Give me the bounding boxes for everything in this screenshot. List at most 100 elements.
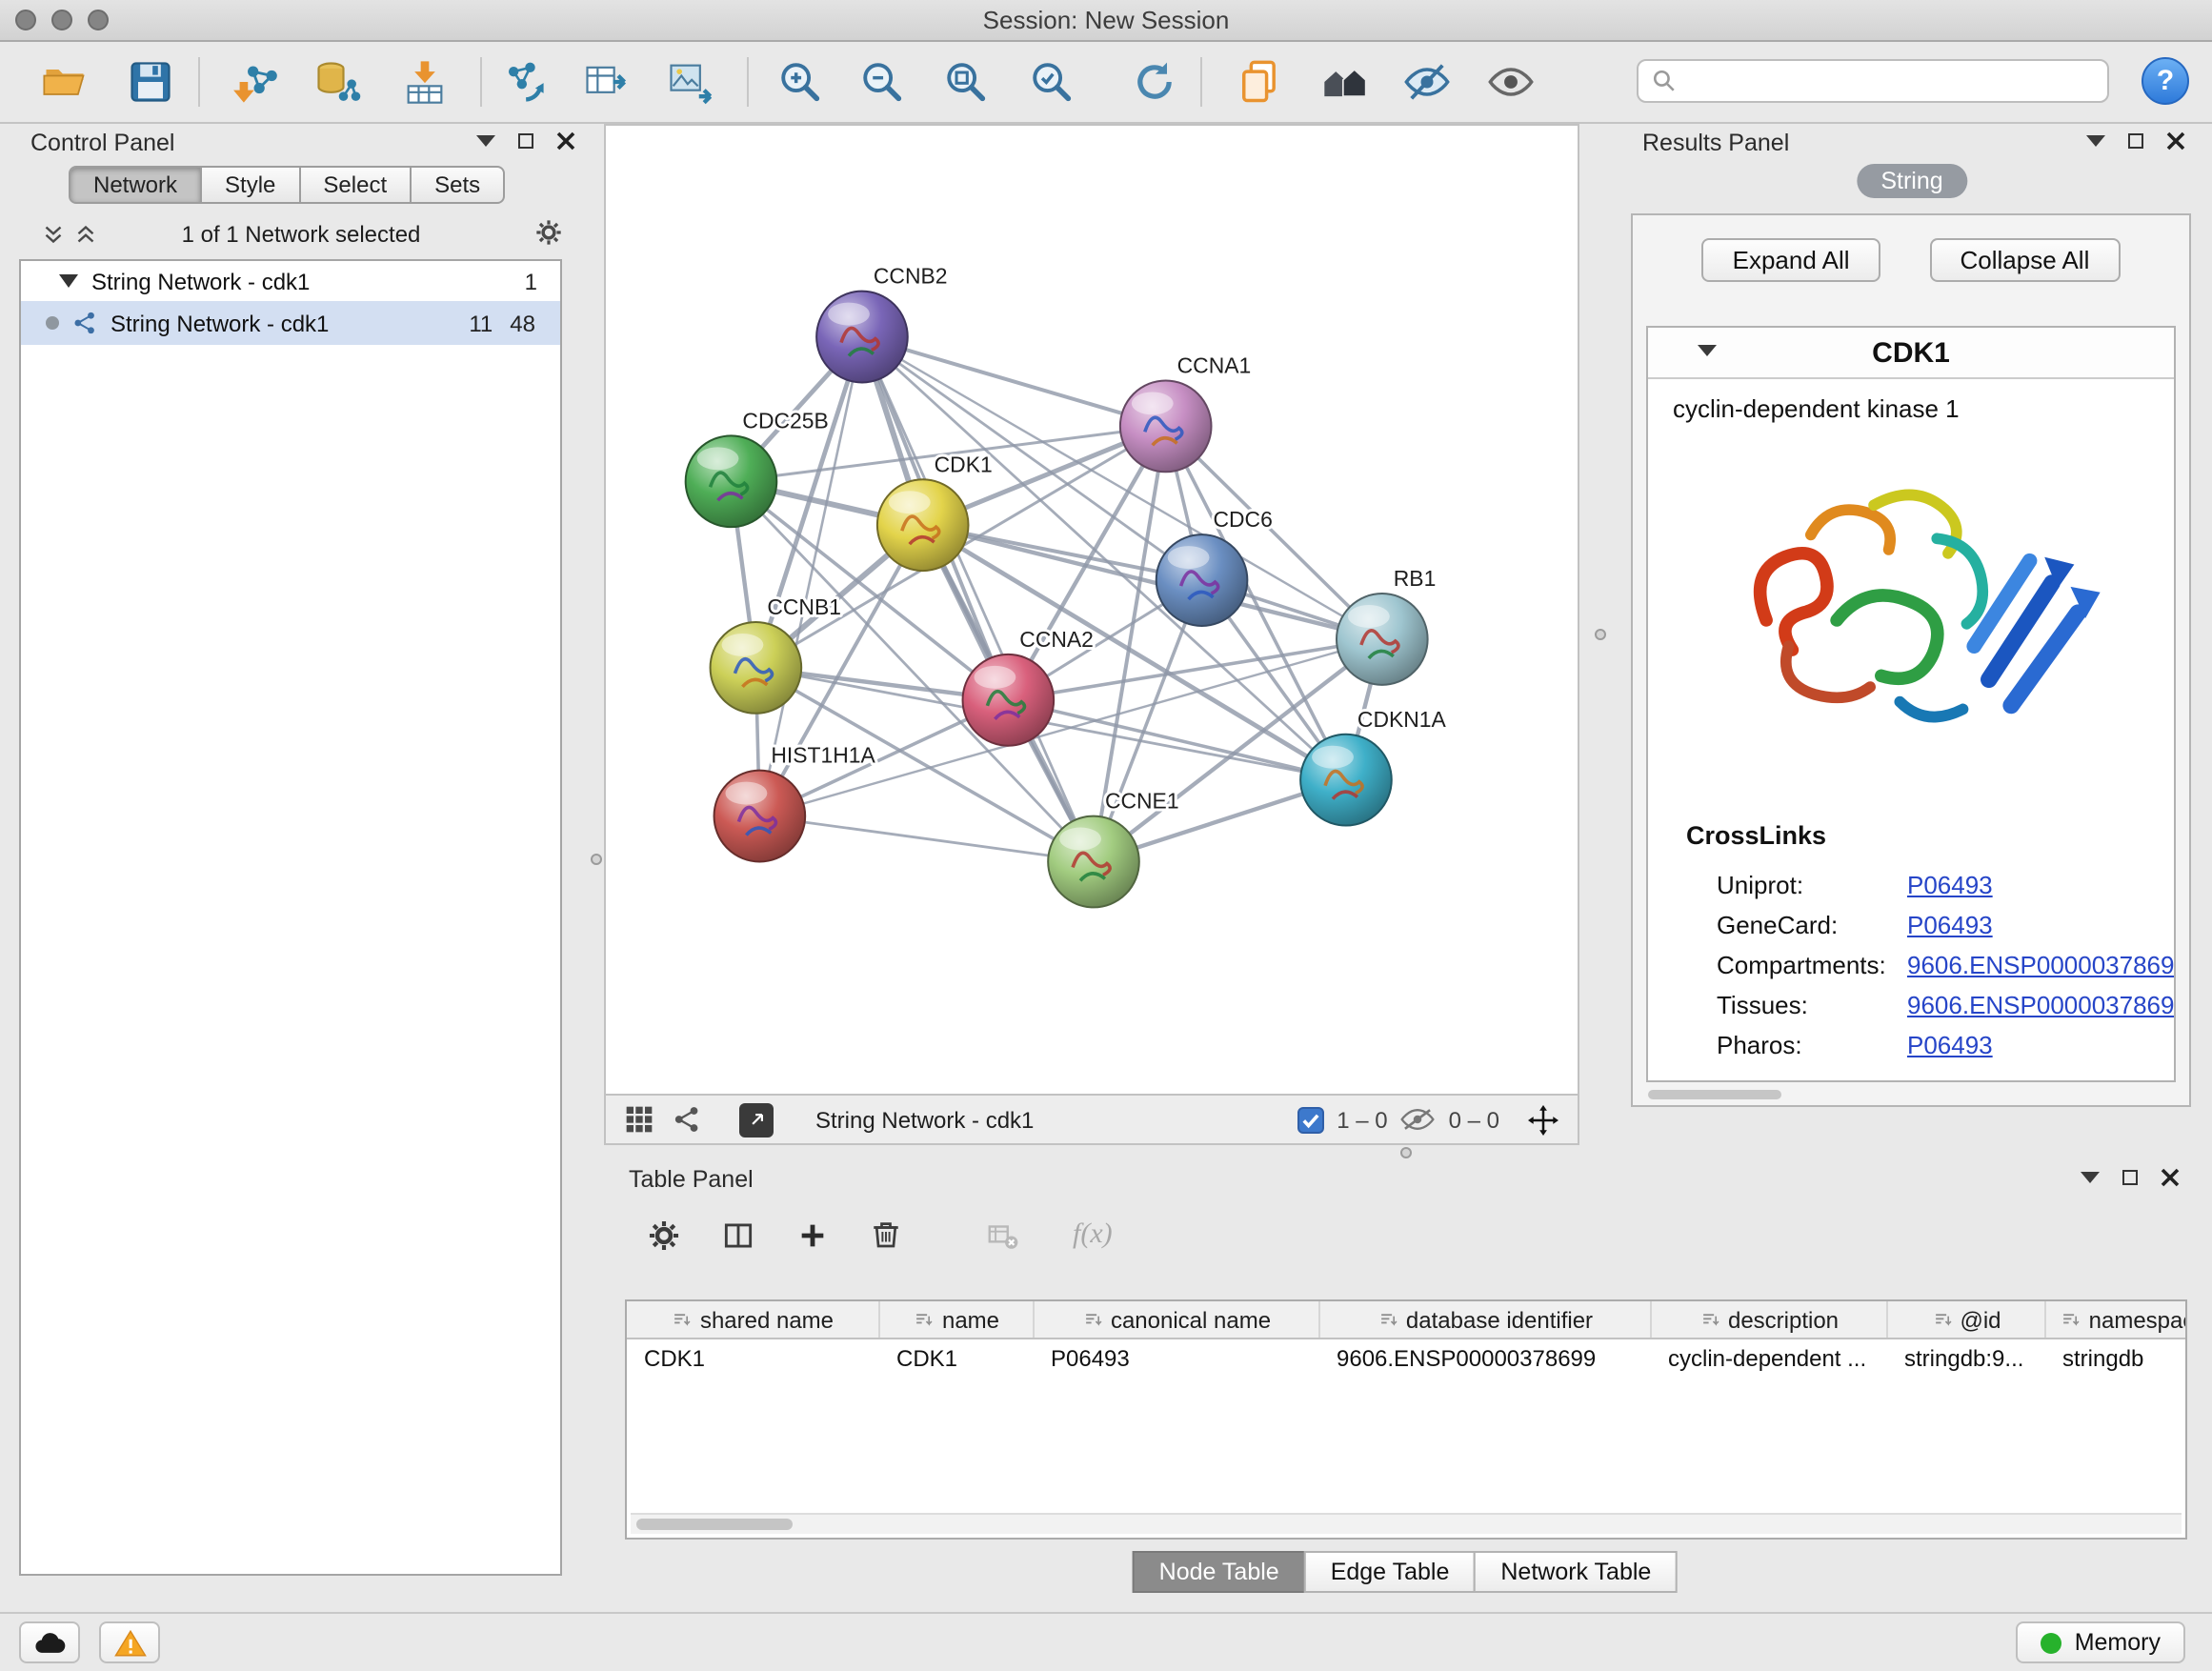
column-header-shared-name[interactable]: shared name	[627, 1301, 879, 1339]
import-table-from-file-button[interactable]	[394, 53, 455, 111]
show-all-button[interactable]	[1480, 53, 1541, 111]
selected-checkbox-icon[interactable]	[1297, 1106, 1323, 1133]
tab-network-table[interactable]: Network Table	[1474, 1551, 1678, 1593]
close-panel-icon[interactable]	[2166, 131, 2185, 151]
search-box[interactable]	[1637, 59, 2109, 103]
birdseye-view-icon[interactable]	[625, 1105, 654, 1134]
table-cell[interactable]: CDK1	[627, 1339, 879, 1376]
table-cell[interactable]: stringdb:9...	[1887, 1339, 2045, 1376]
tree-expand-icon[interactable]	[59, 274, 78, 288]
column-header-database-identifier[interactable]: database identifier	[1319, 1301, 1651, 1339]
string-tab-badge[interactable]: String	[1856, 164, 1967, 198]
import-network-from-database-button[interactable]	[307, 53, 368, 111]
tab-node-table[interactable]: Node Table	[1133, 1551, 1306, 1593]
search-input[interactable]	[1686, 66, 2094, 96]
copy-button[interactable]	[1229, 53, 1290, 111]
bottom-splitter-handle[interactable]	[1400, 1147, 1412, 1158]
network-edge-CCNB2-CCNE1[interactable]	[862, 337, 1094, 862]
crosslink-value-link[interactable]: 9606.ENSP00000378699	[1907, 951, 2176, 979]
gene-section-header[interactable]: CDK1	[1648, 328, 2174, 379]
pan-crosshair-icon[interactable]	[1528, 1104, 1558, 1135]
crosslink-value-link[interactable]: P06493	[1907, 871, 1993, 899]
network-node-CCNA1[interactable]: CCNA1	[1120, 352, 1251, 472]
float-panel-icon[interactable]	[518, 133, 533, 149]
close-panel-icon[interactable]	[2161, 1168, 2180, 1187]
tab-style[interactable]: Style	[200, 166, 300, 204]
table-cell[interactable]: cyclin-dependent ...	[1651, 1339, 1887, 1376]
save-session-button[interactable]	[120, 53, 181, 111]
network-node-HIST1H1A[interactable]: HIST1H1A	[714, 743, 876, 862]
open-session-button[interactable]	[34, 53, 95, 111]
show-columns-button[interactable]	[714, 1212, 760, 1258]
delete-column-button[interactable]	[863, 1212, 909, 1258]
delete-table-button[interactable]	[979, 1212, 1025, 1258]
close-panel-icon[interactable]	[556, 131, 575, 151]
network-canvas[interactable]: CCNB2CCNA1CDC25BCDK1CDC6RB1CCNB1CCNA2CDK…	[606, 126, 1578, 1094]
float-panel-icon[interactable]	[2128, 133, 2143, 149]
network-node-CCNB1[interactable]: CCNB1	[711, 594, 841, 714]
column-header-description[interactable]: description	[1651, 1301, 1887, 1339]
table-options-gear-button[interactable]	[640, 1212, 686, 1258]
export-image-button[interactable]	[659, 53, 720, 111]
hidden-eye-slash-icon[interactable]	[1401, 1107, 1436, 1132]
table-cell[interactable]: 9606.ENSP00000378699	[1319, 1339, 1651, 1376]
network-edge-HIST1H1A-CCNE1[interactable]	[759, 816, 1094, 862]
help-button[interactable]: ?	[2142, 57, 2189, 105]
open-in-new-window-icon[interactable]	[739, 1102, 774, 1137]
expand-all-button[interactable]: Expand All	[1702, 238, 1880, 282]
network-node-RB1[interactable]: RB1	[1337, 566, 1436, 685]
tab-select[interactable]: Select	[298, 166, 412, 204]
zoom-out-button[interactable]	[852, 53, 913, 111]
network-node-CDK1[interactable]: CDK1	[877, 452, 993, 571]
crosslink-value-link[interactable]: 9606.ENSP00000378699	[1907, 991, 2176, 1019]
crosslink-value-link[interactable]: P06493	[1907, 1031, 1993, 1059]
network-node-CCNB2[interactable]: CCNB2	[816, 264, 947, 383]
network-options-gear-icon[interactable]	[533, 217, 564, 257]
table-cell[interactable]: P06493	[1034, 1339, 1319, 1376]
tab-sets[interactable]: Sets	[410, 166, 505, 204]
memory-button[interactable]: Memory	[2016, 1621, 2185, 1663]
scrollbar-thumb[interactable]	[636, 1519, 793, 1530]
column-header--id[interactable]: @id	[1887, 1301, 2045, 1339]
network-node-CDKN1A[interactable]: CDKN1A	[1300, 707, 1446, 826]
panel-menu-icon[interactable]	[2086, 135, 2105, 147]
function-builder-button[interactable]: f(x)	[1073, 1218, 1113, 1251]
network-share-icon[interactable]	[673, 1105, 701, 1134]
import-network-from-file-button[interactable]	[227, 53, 288, 111]
network-view-panel: CCNB2CCNA1CDC25BCDK1CDC6RB1CCNB1CCNA2CDK…	[604, 124, 1579, 1145]
warnings-button[interactable]	[99, 1621, 160, 1663]
hide-selected-button[interactable]	[1397, 53, 1458, 111]
table-row[interactable]: CDK1CDK1P064939606.ENSP00000378699cyclin…	[627, 1339, 2187, 1376]
column-header-canonical-name[interactable]: canonical name	[1034, 1301, 1319, 1339]
collapse-all-button[interactable]: Collapse All	[1930, 238, 2121, 282]
float-panel-icon[interactable]	[2122, 1170, 2138, 1185]
crosslink-value-link[interactable]: P06493	[1907, 911, 1993, 939]
network-row-selected[interactable]: String Network - cdk1 11 48	[21, 301, 560, 345]
cloud-status-button[interactable]	[19, 1621, 80, 1663]
network-edge-CDK1-RB1[interactable]	[923, 525, 1382, 639]
column-header-namespac[interactable]: namespac	[2045, 1301, 2187, 1339]
add-column-button[interactable]	[789, 1212, 835, 1258]
column-header-name[interactable]: name	[879, 1301, 1034, 1339]
network-collection-count: 1	[525, 268, 537, 294]
table-cell[interactable]: CDK1	[879, 1339, 1034, 1376]
table-horizontal-scrollbar[interactable]	[631, 1513, 2182, 1534]
panel-menu-icon[interactable]	[476, 135, 495, 147]
zoom-selected-button[interactable]	[1021, 53, 1082, 111]
panel-menu-icon[interactable]	[2081, 1172, 2100, 1183]
right-splitter-handle[interactable]	[1595, 629, 1606, 640]
results-scrollbar[interactable]	[1648, 1090, 1781, 1099]
new-network-from-selection-button[interactable]	[493, 53, 554, 111]
zoom-in-button[interactable]	[770, 53, 831, 111]
apply-layout-button[interactable]	[1124, 53, 1185, 111]
home-button[interactable]	[1315, 53, 1376, 111]
network-edge-CCNB2-CCNA1[interactable]	[862, 337, 1166, 427]
table-cell[interactable]: stringdb	[2045, 1339, 2187, 1376]
tab-edge-table[interactable]: Edge Table	[1304, 1551, 1477, 1593]
zoom-fit-button[interactable]	[935, 53, 996, 111]
tab-network[interactable]: Network	[69, 166, 202, 204]
section-collapse-icon[interactable]	[1698, 345, 1717, 356]
left-splitter-handle[interactable]	[591, 854, 602, 865]
export-table-button[interactable]	[575, 53, 636, 111]
network-collection-row[interactable]: String Network - cdk1 1	[21, 261, 560, 301]
